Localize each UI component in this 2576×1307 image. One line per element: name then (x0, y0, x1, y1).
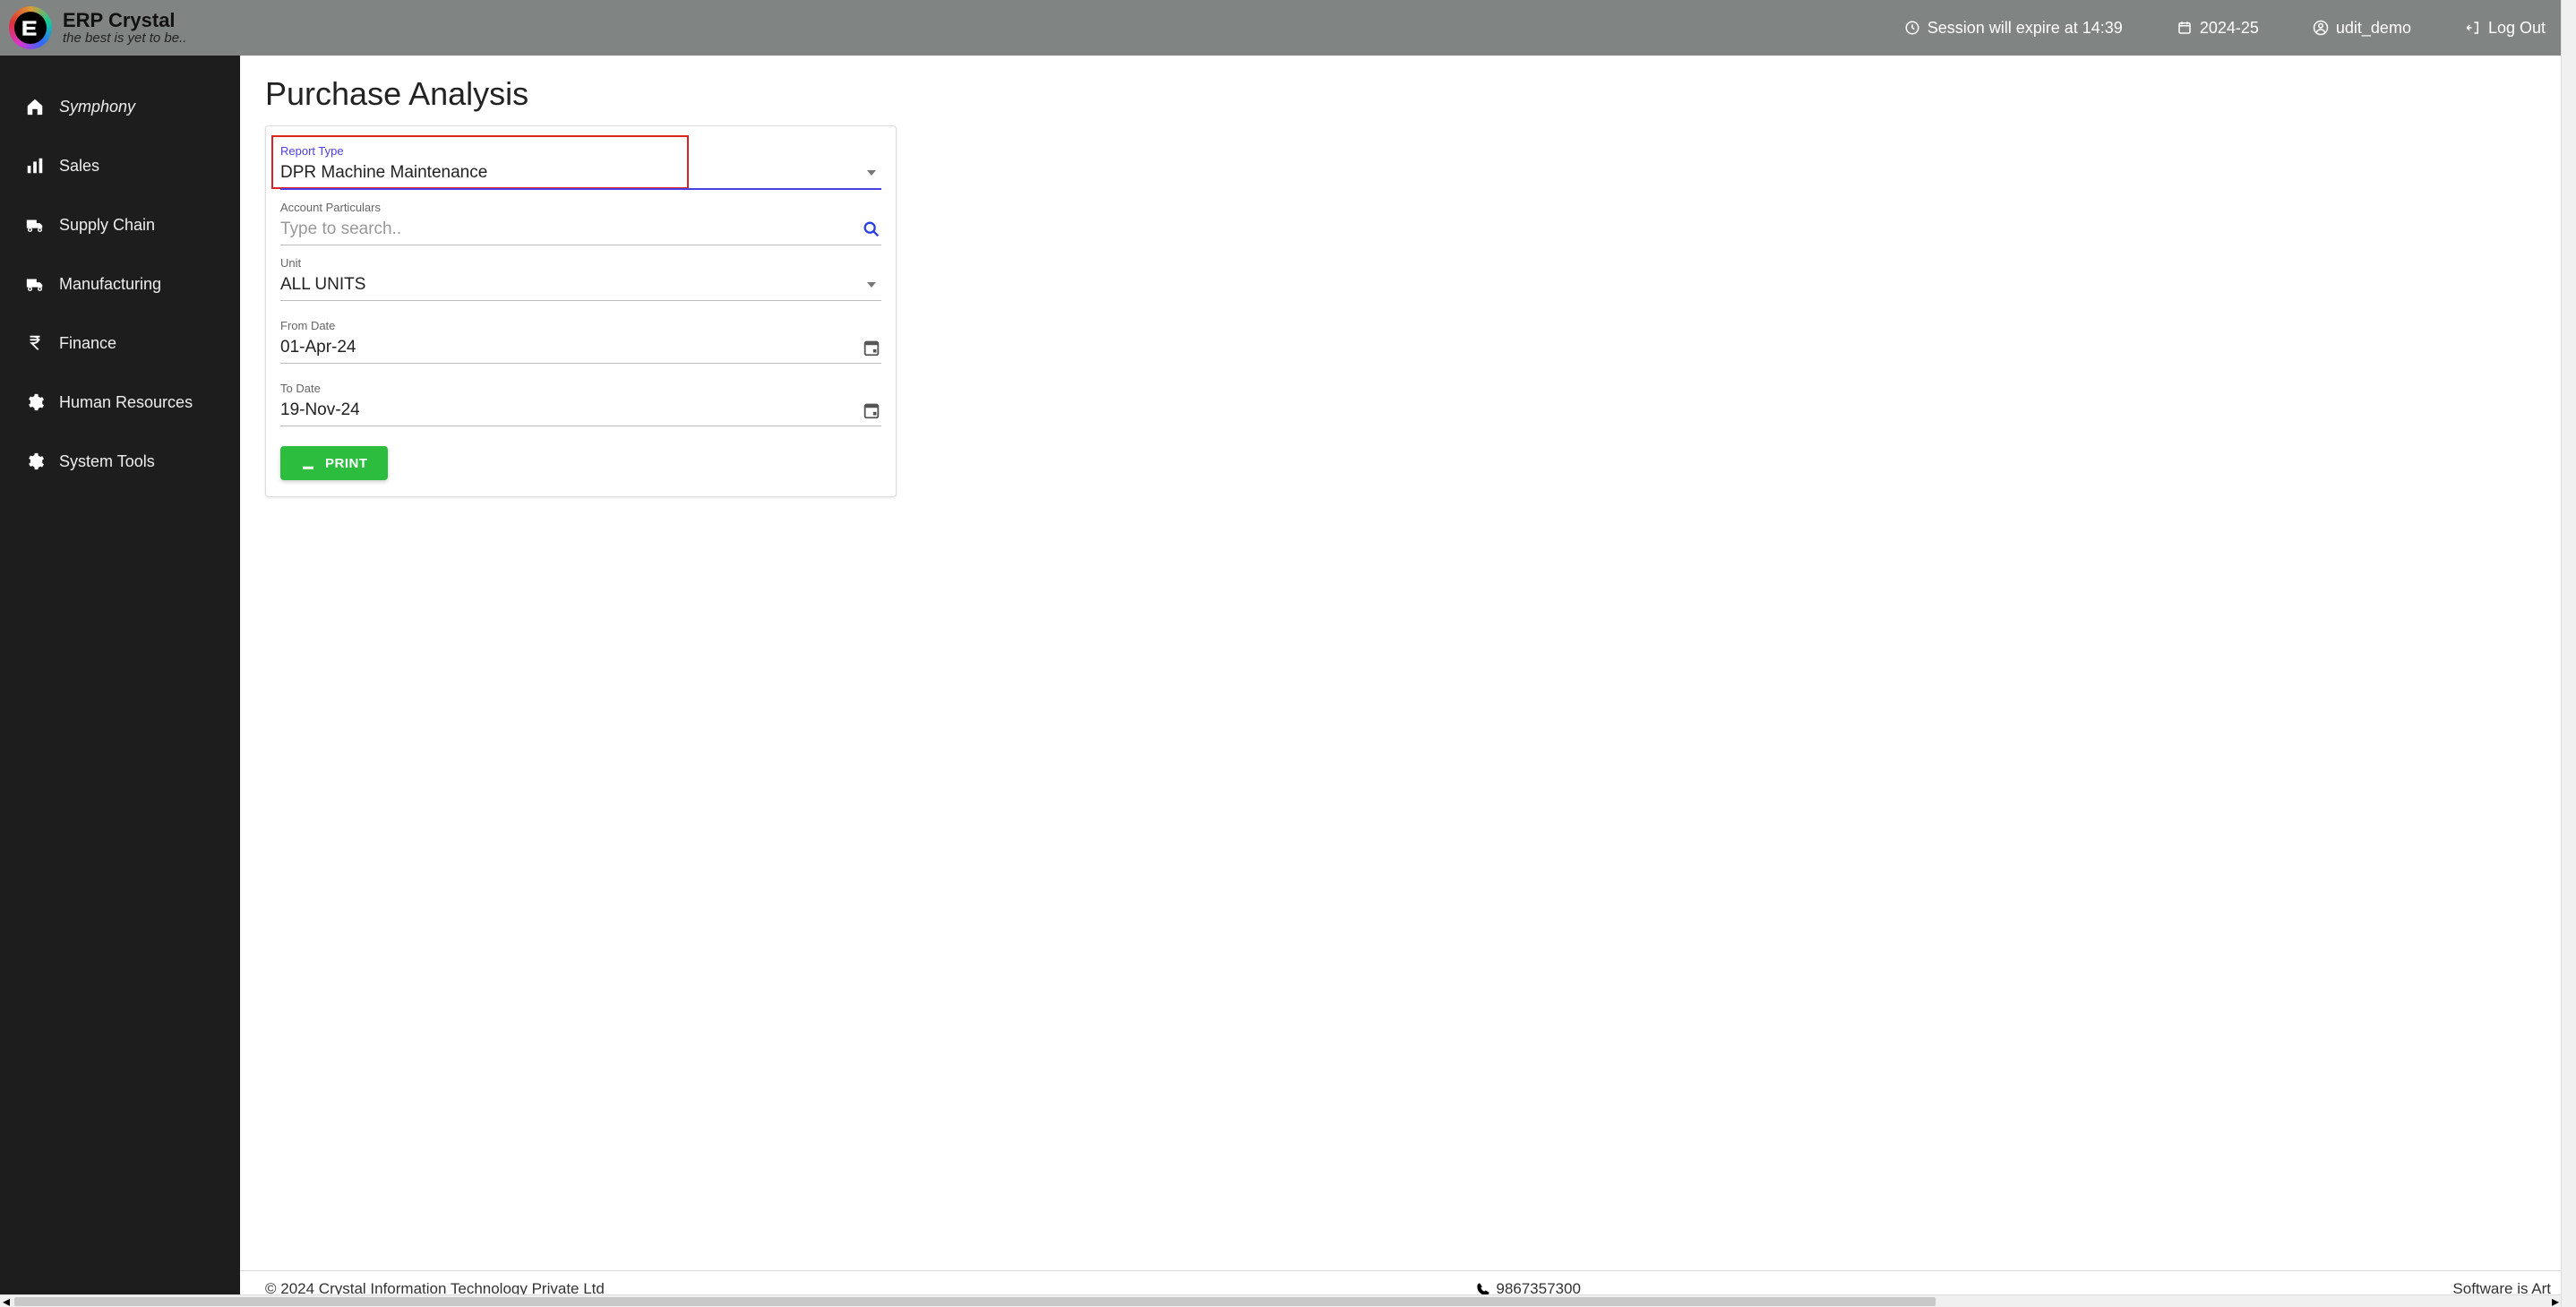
truck-icon (25, 215, 45, 235)
clock-icon (1904, 20, 1920, 36)
session-expiry-text: Session will expire at 14:39 (1928, 19, 2123, 38)
account-particulars-input[interactable] (280, 218, 862, 241)
from-date-label: From Date (280, 317, 881, 332)
sidebar-item-label: Human Resources (59, 393, 193, 412)
sidebar: Symphony Sales Supply Chain Manufacturin… (0, 56, 240, 1307)
print-button[interactable]: PRINT (280, 446, 388, 480)
sidebar-item-supply-chain[interactable]: Supply Chain (0, 195, 240, 254)
scrollbar-thumb[interactable] (14, 1297, 1936, 1306)
user-icon (2313, 20, 2329, 36)
filter-card: Report Type DPR Machine Maintenance Acco… (265, 125, 897, 497)
download-icon (300, 455, 316, 471)
sidebar-item-sales[interactable]: Sales (0, 136, 240, 195)
sidebar-item-label: Manufacturing (59, 275, 161, 294)
brand-title: ERP Crystal (63, 10, 186, 31)
sidebar-item-label: Supply Chain (59, 216, 155, 235)
user-name: udit_demo (2336, 19, 2411, 38)
to-date-value: 19-Nov-24 (280, 399, 862, 422)
user-menu[interactable]: udit_demo (2304, 13, 2420, 43)
sidebar-item-finance[interactable]: Finance (0, 314, 240, 373)
account-particulars-label: Account Particulars (280, 199, 881, 214)
report-type-field[interactable]: Report Type DPR Machine Maintenance (280, 142, 881, 190)
scroll-right-arrow-icon[interactable]: ▸ (2549, 1295, 2562, 1307)
horizontal-scrollbar[interactable]: ◂ ▸ (0, 1294, 2562, 1307)
to-date-label: To Date (280, 380, 881, 395)
sidebar-item-label: Symphony (59, 98, 135, 116)
sidebar-item-label: Sales (59, 157, 99, 176)
sidebar-item-label: System Tools (59, 452, 155, 471)
account-particulars-field[interactable]: Account Particulars (280, 199, 881, 245)
fiscal-year-text: 2024-25 (2200, 19, 2259, 38)
brand-tagline: the best is yet to be.. (63, 31, 186, 47)
print-button-label: PRINT (325, 456, 368, 471)
search-icon[interactable] (862, 219, 881, 239)
logout-label: Log Out (2488, 19, 2546, 38)
sidebar-item-human-resources[interactable]: Human Resources (0, 373, 240, 432)
brand-logo (9, 6, 52, 49)
from-date-value: 01-Apr-24 (280, 336, 862, 359)
chevron-down-icon (867, 170, 876, 176)
gear-icon (25, 392, 45, 412)
logout-icon (2465, 20, 2481, 36)
brand-block: ERP Crystal the best is yet to be.. (63, 10, 186, 47)
calendar-icon[interactable] (862, 400, 881, 420)
bar-chart-icon (25, 156, 45, 176)
main-area: Purchase Analysis Report Type DPR Machin… (240, 56, 2576, 1307)
logout-button[interactable]: Log Out (2456, 13, 2555, 43)
scroll-left-arrow-icon[interactable]: ◂ (0, 1295, 13, 1307)
session-expiry: Session will expire at 14:39 (1895, 13, 2132, 43)
from-date-field[interactable]: From Date 01-Apr-24 (280, 317, 881, 364)
home-icon (25, 97, 45, 116)
page-title: Purchase Analysis (265, 75, 2551, 113)
sidebar-item-manufacturing[interactable]: Manufacturing (0, 254, 240, 314)
truck-icon (25, 274, 45, 294)
report-type-label: Report Type (280, 142, 881, 158)
unit-value: ALL UNITS (280, 273, 867, 297)
gear-icon (25, 451, 45, 471)
unit-label: Unit (280, 254, 881, 270)
unit-field[interactable]: Unit ALL UNITS (280, 254, 881, 301)
report-type-value: DPR Machine Maintenance (280, 161, 867, 185)
fiscal-year-selector[interactable]: 2024-25 (2168, 13, 2268, 43)
chevron-down-icon (867, 282, 876, 288)
sidebar-item-system-tools[interactable]: System Tools (0, 432, 240, 491)
sidebar-item-symphony[interactable]: Symphony (0, 77, 240, 136)
app-header: ERP Crystal the best is yet to be.. Sess… (0, 0, 2576, 56)
calendar-icon (2177, 20, 2193, 36)
rupee-icon (25, 333, 45, 353)
sidebar-item-label: Finance (59, 334, 116, 353)
to-date-field[interactable]: To Date 19-Nov-24 (280, 380, 881, 426)
calendar-icon[interactable] (862, 338, 881, 357)
